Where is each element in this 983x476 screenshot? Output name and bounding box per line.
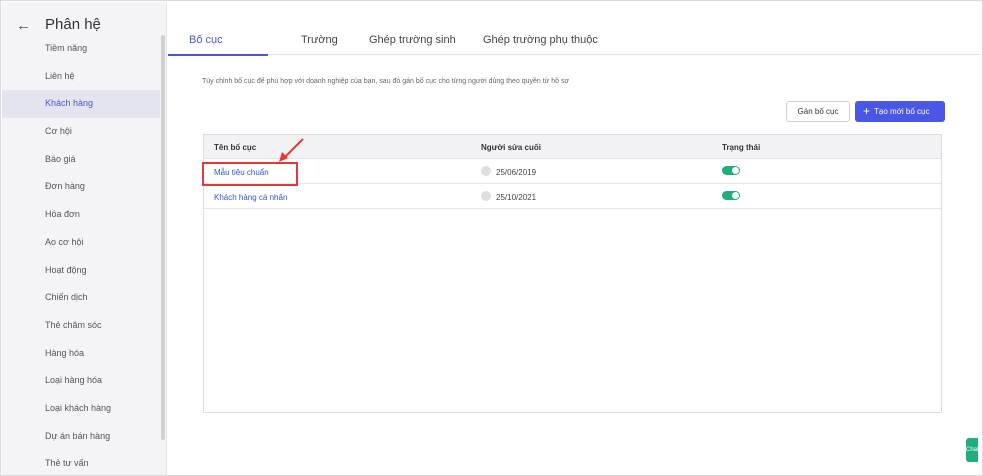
create-layout-button[interactable]: + Tạo mới bố cục [855, 101, 945, 122]
chat-tab[interactable]: Chat [966, 438, 979, 462]
sidebar-item-the-cham-soc[interactable]: Thẻ chăm sóc [2, 312, 160, 340]
tab-bo-cuc[interactable]: Bố cục [189, 34, 223, 46]
sidebar-item-the-tu-van[interactable]: Thẻ tư vấn [2, 450, 160, 475]
annotation-arrow-icon [279, 138, 304, 162]
sidebar-item-loai-hang-hoa[interactable]: Loại hàng hóa [2, 367, 160, 395]
tab-ghep-truong-phu-thuoc[interactable]: Ghép trường phụ thuộc [483, 34, 598, 46]
sidebar-item-chien-dich[interactable]: Chiến dịch [2, 284, 160, 312]
modified-date: 25/06/2019 [496, 168, 537, 177]
table-row[interactable]: Khách hàng cá nhân 25/10/2021 [204, 185, 941, 209]
status-toggle[interactable] [722, 166, 740, 175]
sidebar-list: Tiềm năng Liên hệ Khách hàng Cơ hội Báo … [2, 35, 160, 475]
layouts-table: Tên bố cục Người sửa cuối Trạng thái Mẫu… [203, 134, 942, 413]
user-avatar [481, 191, 491, 201]
layout-name-link[interactable]: Khách hàng cá nhân [214, 193, 287, 202]
tab-truong[interactable]: Trường [301, 34, 338, 46]
table-header: Tên bố cục Người sửa cuối Trạng thái [204, 135, 941, 159]
sidebar-item-loai-khach-hang[interactable]: Loại khách hàng [2, 395, 160, 423]
plus-icon: + [863, 104, 871, 118]
assign-layout-button[interactable]: Gán bố cục [786, 101, 850, 122]
table-row[interactable]: Mẫu tiêu chuẩn 25/06/2019 [204, 160, 941, 184]
sidebar-title: Phân hệ [45, 16, 101, 33]
sidebar-item-tiem-nang[interactable]: Tiềm năng [2, 35, 160, 63]
column-header-status: Trạng thái [722, 143, 761, 152]
page-description: Tùy chỉnh bố cục để phù hợp với doanh ng… [202, 78, 570, 85]
sidebar-item-co-hoi[interactable]: Cơ hội [2, 118, 160, 146]
sidebar-header: ← Phân hệ [2, 16, 162, 36]
column-header-modified-by: Người sửa cuối [481, 143, 541, 152]
sidebar-item-hang-hoa[interactable]: Hàng hóa [2, 340, 160, 368]
sidebar-item-hoat-dong[interactable]: Hoạt động [2, 257, 160, 285]
create-layout-label: Tạo mới bố cục [874, 107, 930, 116]
annotation-highlight-box [202, 162, 298, 186]
tab-ghep-truong-sinh[interactable]: Ghép trường sinh [369, 34, 456, 46]
toggle-knob [732, 192, 739, 199]
column-header-name: Tên bố cục [214, 143, 257, 152]
sidebar-item-khach-hang[interactable]: Khách hàng [2, 90, 160, 119]
sidebar-item-du-an-ban-hang[interactable]: Dự án bán hàng [2, 423, 160, 451]
arrow-left-icon[interactable]: ← [16, 18, 32, 34]
user-avatar [481, 166, 491, 176]
tab-bar: Bố cục Trường Ghép trường sinh Ghép trườ… [168, 2, 981, 56]
status-toggle[interactable] [722, 191, 740, 200]
sidebar-item-don-hang[interactable]: Đơn hàng [2, 173, 160, 201]
sidebar-scrollbar[interactable] [161, 35, 165, 440]
sidebar-item-lien-he[interactable]: Liên hệ [2, 63, 160, 91]
sidebar-item-bao-gia[interactable]: Báo giá [2, 146, 160, 174]
app-window: ← Phân hệ Tiềm năng Liên hệ Khách hàng C… [0, 0, 983, 476]
sidebar-item-hoa-don[interactable]: Hóa đơn [2, 201, 160, 229]
modified-date: 25/10/2021 [496, 193, 537, 202]
sidebar-item-ao-co-hoi[interactable]: Ao cơ hội [2, 229, 160, 257]
toggle-knob [732, 167, 739, 174]
sidebar: ← Phân hệ Tiềm năng Liên hệ Khách hàng C… [2, 2, 167, 475]
active-tab-indicator [168, 54, 268, 56]
